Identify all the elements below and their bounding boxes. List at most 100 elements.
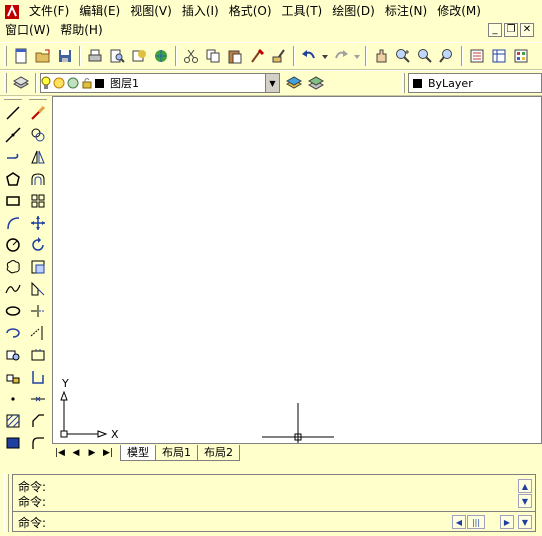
copy-object-icon[interactable] [27, 124, 49, 146]
next-tab-icon[interactable]: ▶ [84, 445, 100, 461]
3d-icon[interactable] [150, 45, 172, 67]
zoom-window-icon[interactable] [414, 45, 436, 67]
spline-icon[interactable] [2, 278, 24, 300]
paste-icon[interactable] [224, 45, 246, 67]
polygon-icon[interactable] [2, 168, 24, 190]
menu-view[interactable]: 视图(V) [125, 2, 177, 21]
explode-icon[interactable] [27, 432, 49, 454]
open-icon[interactable] [32, 45, 54, 67]
arc-icon[interactable] [2, 212, 24, 234]
circle-icon[interactable] [2, 234, 24, 256]
toolbar-grip[interactable] [29, 97, 47, 100]
restore-button[interactable]: ❐ [504, 23, 518, 37]
insert-block-icon[interactable] [2, 344, 24, 366]
tool-palette-icon[interactable] [510, 45, 532, 67]
tab-layout2[interactable]: 布局2 [197, 444, 240, 461]
undo-icon[interactable] [298, 45, 320, 67]
make-layer-current-icon[interactable] [283, 72, 305, 94]
extend-icon[interactable] [27, 322, 49, 344]
chevron-down-icon[interactable]: ▼ [265, 74, 279, 92]
pan-icon[interactable] [370, 45, 392, 67]
preview-icon[interactable] [106, 45, 128, 67]
scale-icon[interactable] [27, 256, 49, 278]
history-scroll-down-icon[interactable]: ▼ [518, 494, 532, 508]
zoom-realtime-icon[interactable] [392, 45, 414, 67]
prev-tab-icon[interactable]: ◀ [68, 445, 84, 461]
menu-format[interactable]: 格式(O) [224, 2, 277, 21]
drawing-canvas[interactable]: Y X [52, 96, 542, 461]
layer-lock-icon[interactable] [81, 76, 95, 90]
menu-dimension[interactable]: 标注(N) [380, 2, 432, 21]
design-center-icon[interactable] [488, 45, 510, 67]
hatch-icon[interactable] [2, 410, 24, 432]
stretch-icon[interactable] [27, 278, 49, 300]
input-scroll-down-icon[interactable]: ▼ [518, 515, 532, 529]
tab-layout1[interactable]: 布局1 [155, 444, 198, 461]
array-icon[interactable] [27, 190, 49, 212]
join-icon[interactable] [27, 366, 49, 388]
cut-icon[interactable] [180, 45, 202, 67]
region-icon[interactable] [2, 432, 24, 454]
menu-draw[interactable]: 绘图(D) [327, 2, 380, 21]
layer-viewport-freeze-icon[interactable] [67, 76, 81, 90]
fillet-icon[interactable] [27, 410, 49, 432]
toolbar-grip[interactable] [4, 73, 7, 93]
properties-icon[interactable] [466, 45, 488, 67]
ellipse-icon[interactable] [2, 300, 24, 322]
first-tab-icon[interactable]: |◀ [52, 445, 68, 461]
menu-insert[interactable]: 插入(I) [177, 2, 224, 21]
toolbar-grip[interactable] [402, 73, 405, 93]
menu-help[interactable]: 帮助(H) [55, 21, 107, 40]
menu-window[interactable]: 窗口(W) [0, 21, 55, 40]
chamfer-icon[interactable] [27, 388, 49, 410]
zoom-previous-icon[interactable] [436, 45, 458, 67]
scroll-left-icon[interactable]: ◀ [452, 515, 466, 529]
move-icon[interactable] [27, 212, 49, 234]
rotate-icon[interactable] [27, 234, 49, 256]
toolbar-grip[interactable] [4, 46, 7, 66]
tab-model[interactable]: 模型 [120, 444, 156, 461]
close-button[interactable]: ✕ [520, 23, 534, 37]
minimize-button[interactable]: _ [488, 23, 502, 37]
construction-line-icon[interactable] [2, 124, 24, 146]
layer-manager-icon[interactable] [10, 72, 32, 94]
break-icon[interactable] [27, 344, 49, 366]
publish-icon[interactable] [128, 45, 150, 67]
print-icon[interactable] [84, 45, 106, 67]
save-icon[interactable] [54, 45, 76, 67]
match-properties-icon[interactable] [246, 45, 268, 67]
undo-dropdown-icon[interactable] [320, 45, 330, 67]
layer-freeze-icon[interactable] [53, 76, 67, 90]
polyline-icon[interactable] [2, 146, 24, 168]
color-combo[interactable]: ByLayer [408, 73, 542, 93]
menu-file[interactable]: 文件(F) [24, 2, 74, 21]
trim-icon[interactable] [27, 300, 49, 322]
menu-edit[interactable]: 编辑(E) [74, 2, 125, 21]
revision-cloud-icon[interactable] [2, 256, 24, 278]
new-icon[interactable] [10, 45, 32, 67]
command-window-grip[interactable] [4, 474, 9, 532]
history-scroll-up-icon[interactable]: ▲ [518, 479, 532, 493]
layer-combo[interactable]: 图层1 ▼ [40, 73, 280, 93]
brush-icon[interactable] [268, 45, 290, 67]
layer-previous-icon[interactable] [305, 72, 327, 94]
last-tab-icon[interactable]: ▶| [100, 445, 116, 461]
menu-tools[interactable]: 工具(T) [277, 2, 328, 21]
point-icon[interactable] [2, 388, 24, 410]
offset-icon[interactable] [27, 168, 49, 190]
redo-dropdown-icon[interactable] [352, 45, 362, 67]
command-input[interactable] [62, 513, 450, 529]
redo-icon[interactable] [330, 45, 352, 67]
scroll-thumb[interactable]: ||| [467, 515, 485, 529]
toolbar-grip[interactable] [4, 97, 22, 100]
make-block-icon[interactable] [2, 366, 24, 388]
line-icon[interactable] [2, 102, 24, 124]
erase-icon[interactable] [27, 102, 49, 124]
ellipse-arc-icon[interactable] [2, 322, 24, 344]
scroll-right-icon[interactable]: ▶ [500, 515, 514, 529]
layer-on-icon[interactable] [41, 76, 53, 90]
mirror-icon[interactable] [27, 146, 49, 168]
rectangle-icon[interactable] [2, 190, 24, 212]
app-icon[interactable] [4, 4, 20, 20]
menu-modify[interactable]: 修改(M) [432, 2, 486, 21]
